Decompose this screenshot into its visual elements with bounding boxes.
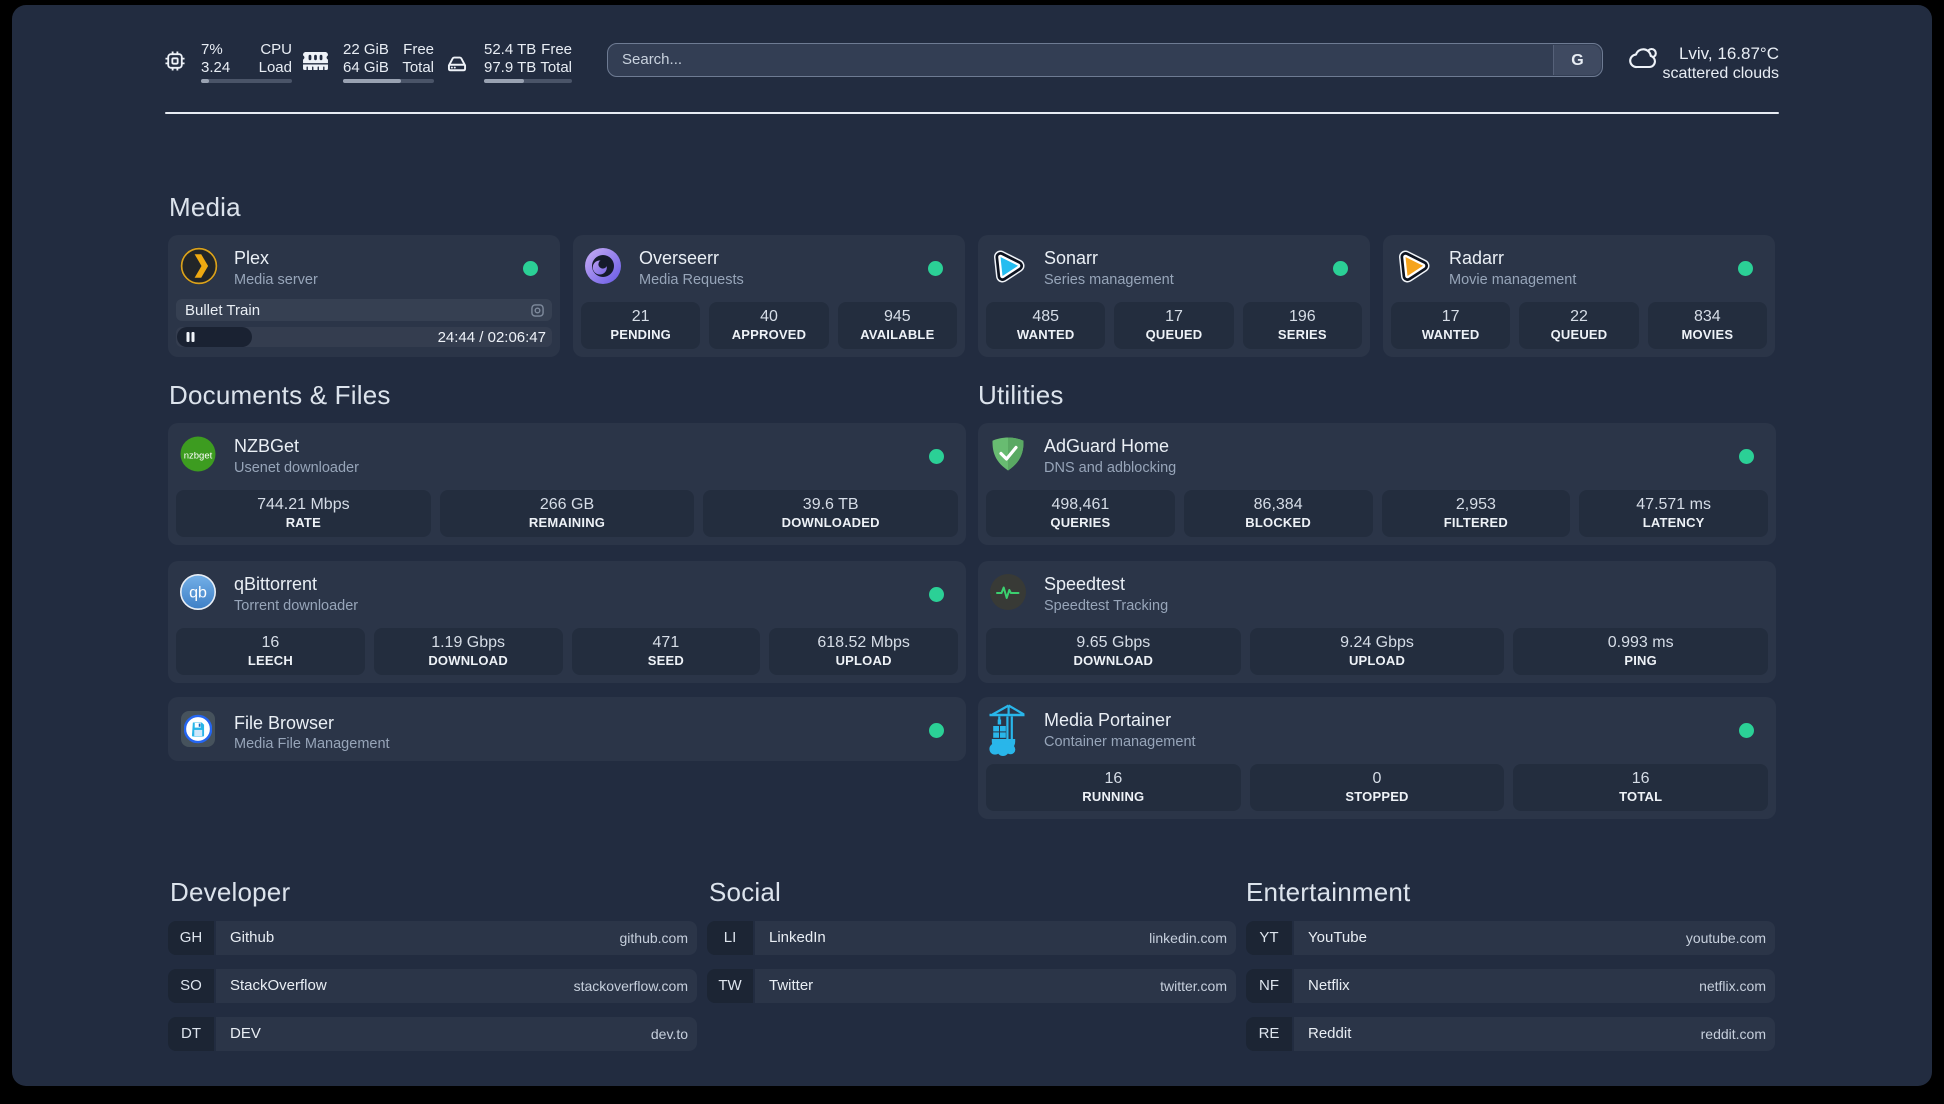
svg-text:qb: qb xyxy=(189,585,207,602)
svg-text:nzbget: nzbget xyxy=(184,451,213,462)
